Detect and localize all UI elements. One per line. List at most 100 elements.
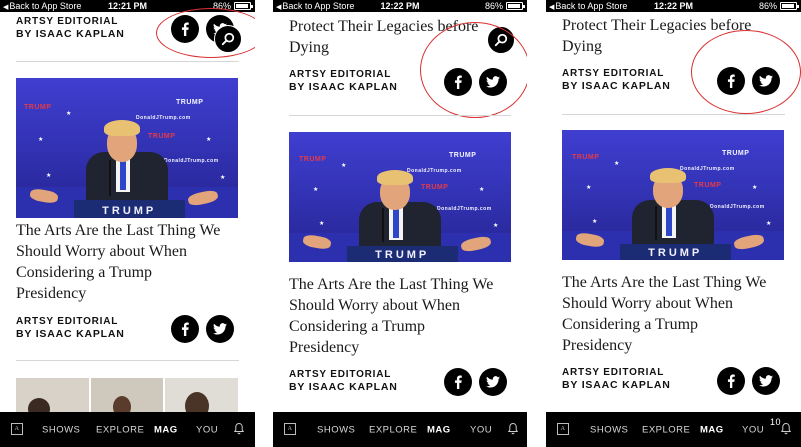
article-image[interactable]: TRUMP TRUMP DonaldJTrump.com DonaldJTrum… — [289, 132, 511, 262]
byline-author[interactable]: BY ISAAC KAPLAN — [562, 80, 671, 93]
divider — [562, 114, 785, 115]
artsy-logo-icon[interactable]: A — [11, 423, 23, 435]
nav-mag[interactable]: MAG — [700, 424, 724, 435]
nav-you[interactable]: YOU — [470, 424, 492, 435]
nav-you[interactable]: YOU — [196, 424, 218, 435]
article-byline: ARTSY EDITORIAL BY ISAAC KAPLAN — [562, 366, 671, 392]
article-title[interactable]: The Arts Are the Last Thing We Should Wo… — [562, 272, 791, 356]
bell-icon[interactable] — [507, 422, 519, 437]
nav-mag[interactable]: MAG — [154, 424, 178, 435]
star-icon: ★ — [614, 161, 620, 167]
article-title[interactable]: The Arts Are the Last Thing We Should Wo… — [289, 274, 517, 358]
byline-author[interactable]: BY ISAAC KAPLAN — [16, 328, 125, 341]
article-image[interactable]: TRUMP TRUMP DonaldJTrump.com DonaldJTrum… — [16, 78, 238, 218]
back-arrow-icon: ◀ — [549, 4, 555, 11]
bottom-nav-bar: A SHOWS EXPLORE MAG YOU — [0, 412, 255, 447]
twitter-icon — [759, 375, 773, 387]
byline-label: ARTSY EDITORIAL — [16, 316, 119, 327]
star-icon: ★ — [493, 223, 499, 229]
nav-shows[interactable]: SHOWS — [590, 424, 628, 435]
nav-shows[interactable]: SHOWS — [42, 424, 80, 435]
star-icon: ★ — [66, 111, 72, 117]
nav-shows[interactable]: SHOWS — [317, 424, 355, 435]
screen-3: ◀Back to App Store 12:22 PM 86% Protect … — [546, 0, 801, 447]
banner-text: TRUMP — [421, 184, 449, 191]
star-icon: ★ — [319, 221, 325, 227]
nav-mag[interactable]: MAG — [427, 424, 451, 435]
star-icon: ★ — [479, 187, 485, 193]
bell-icon[interactable] — [780, 422, 792, 437]
battery-indicator: 86% — [485, 0, 525, 12]
screen-1: ◀Back to App Store 12:21 PM 86% ARTSY ED… — [0, 0, 255, 447]
divider — [289, 115, 511, 116]
article-title[interactable]: The Arts Are the Last Thing We Should Wo… — [16, 220, 245, 304]
byline-author[interactable]: BY ISAAC KAPLAN — [289, 81, 398, 94]
battery-icon — [780, 2, 799, 10]
star-icon: ★ — [206, 137, 212, 143]
twitter-share-button[interactable] — [752, 367, 780, 395]
back-arrow-icon: ◀ — [3, 4, 9, 11]
artsy-logo-icon[interactable]: A — [557, 423, 569, 435]
clock: 12:22 PM — [380, 1, 420, 11]
banner-text: DonaldJTrump.com — [136, 115, 191, 121]
facebook-share-button[interactable] — [717, 367, 745, 395]
nav-explore[interactable]: EXPLORE — [96, 424, 144, 435]
twitter-share-button[interactable] — [479, 368, 507, 396]
status-bar: ◀Back to App Store 12:22 PM 86% — [273, 0, 527, 12]
next-article-thumbnails[interactable] — [16, 378, 239, 412]
article-feed[interactable]: Protect Their Legacies before Dying ARTS… — [273, 12, 527, 412]
banner-text: DonaldJTrump.com — [407, 168, 462, 174]
back-arrow-icon: ◀ — [276, 4, 282, 11]
banner-text: TRUMP — [449, 152, 477, 159]
article-image[interactable]: TRUMP TRUMP DonaldJTrump.com DonaldJTrum… — [562, 130, 784, 260]
article-feed[interactable]: ARTSY EDITORIAL BY ISAAC KAPLAN TRUMP TR… — [0, 8, 255, 412]
facebook-icon — [454, 375, 462, 389]
article-feed[interactable]: Protect Their Legacies before Dying ARTS… — [546, 12, 801, 412]
nav-you[interactable]: YOU — [742, 424, 764, 435]
star-icon: ★ — [586, 185, 592, 191]
banner-text: TRUMP — [722, 150, 750, 157]
nav-explore[interactable]: EXPLORE — [369, 424, 417, 435]
banner-text: TRUMP — [24, 104, 52, 111]
facebook-share-button[interactable] — [444, 368, 472, 396]
twitter-share-button[interactable] — [206, 315, 234, 343]
twitter-icon — [486, 376, 500, 388]
clock: 12:21 PM — [107, 1, 148, 11]
battery-icon — [234, 2, 253, 10]
annotation-circle — [420, 22, 527, 118]
byline-label: ARTSY EDITORIAL — [562, 68, 665, 79]
star-icon: ★ — [220, 175, 226, 181]
byline-author[interactable]: BY ISAAC KAPLAN — [289, 381, 398, 394]
thumbnail[interactable] — [165, 378, 239, 412]
star-icon: ★ — [38, 137, 44, 143]
status-bar: ◀Back to App Store 12:22 PM 86% — [546, 0, 801, 12]
podium-text: TRUMP — [648, 247, 703, 259]
star-icon: ★ — [752, 185, 758, 191]
annotation-circle — [691, 30, 801, 114]
byline-label: ARTSY EDITORIAL — [16, 16, 119, 27]
podium-text: TRUMP — [375, 249, 430, 261]
nav-explore[interactable]: EXPLORE — [642, 424, 690, 435]
byline-author[interactable]: BY ISAAC KAPLAN — [16, 28, 125, 41]
star-icon: ★ — [46, 173, 52, 179]
byline-label: ARTSY EDITORIAL — [289, 369, 392, 380]
banner-text: DonaldJTrump.com — [710, 204, 765, 210]
facebook-icon — [181, 322, 189, 336]
battery-icon — [506, 2, 525, 10]
bell-icon[interactable] — [233, 422, 245, 437]
banner-text: TRUMP — [176, 99, 204, 106]
byline-author[interactable]: BY ISAAC KAPLAN — [562, 379, 671, 392]
thumbnail[interactable] — [90, 378, 164, 412]
annotation-circle — [156, 8, 255, 58]
artsy-logo-icon[interactable]: A — [284, 423, 296, 435]
clock: 12:22 PM — [653, 1, 694, 11]
banner-text: DonaldJTrump.com — [164, 158, 219, 164]
article-byline: ARTSY EDITORIAL BY ISAAC KAPLAN — [289, 368, 398, 394]
banner-text: TRUMP — [148, 133, 176, 140]
banner-text: DonaldJTrump.com — [437, 206, 492, 212]
thumbnail[interactable] — [16, 378, 89, 412]
divider — [16, 360, 239, 361]
facebook-share-button[interactable] — [171, 315, 199, 343]
screen-2: ◀Back to App Store 12:22 PM 86% Protect … — [273, 0, 527, 447]
article-byline: ARTSY EDITORIAL BY ISAAC KAPLAN — [562, 67, 671, 93]
